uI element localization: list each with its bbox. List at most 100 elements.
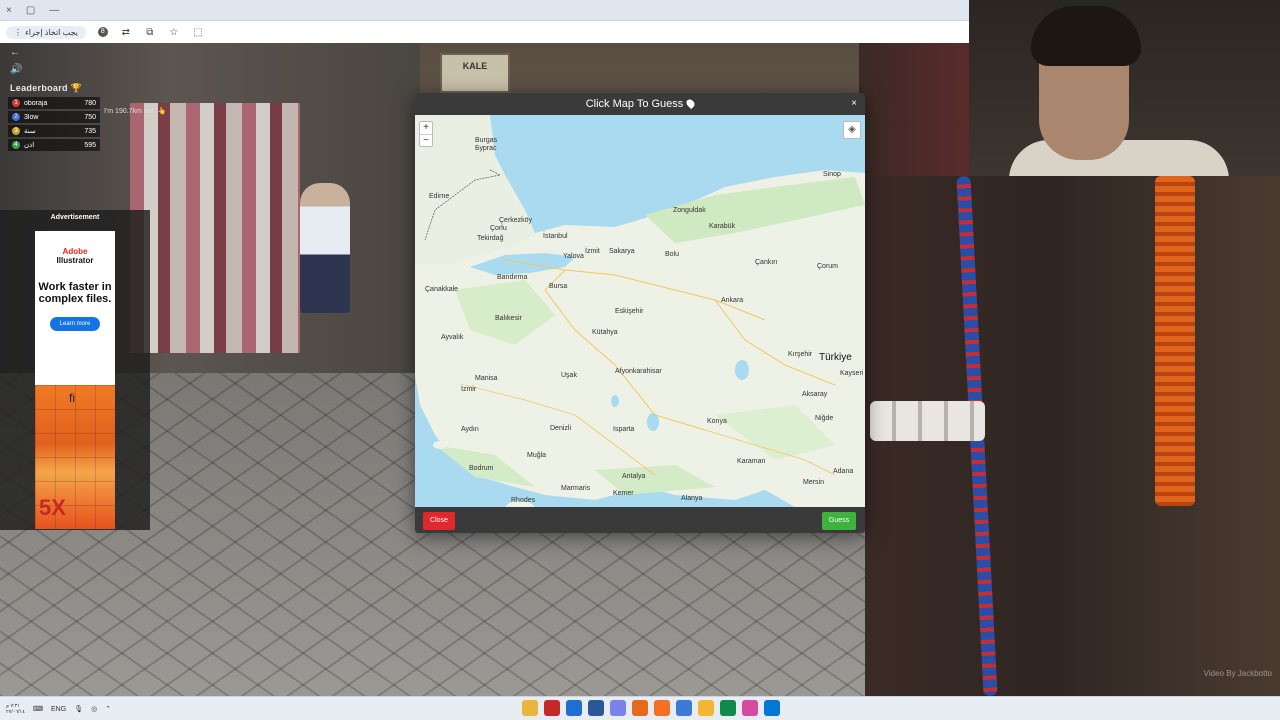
ad-label: Advertisement bbox=[50, 214, 100, 221]
bazaar-stall: Video By Jackbotto bbox=[865, 176, 1280, 696]
map-city-label: Isparta bbox=[613, 426, 635, 433]
tune-icon[interactable]: ⇄ bbox=[120, 27, 132, 38]
ad-brand: Adobe Illustrator bbox=[35, 247, 115, 265]
modal-close-icon[interactable]: × bbox=[851, 93, 857, 115]
map-city-label: Manisa bbox=[475, 375, 498, 382]
rank-badge: 1 bbox=[12, 99, 20, 107]
map-city-label: Kemer bbox=[613, 490, 634, 497]
map-city-label: Çorlu bbox=[490, 225, 507, 232]
taskbar-app-icon[interactable] bbox=[566, 700, 582, 716]
speaker-icon[interactable]: 🔊 bbox=[10, 64, 150, 75]
video-watermark: Video By Jackbotto bbox=[1203, 669, 1272, 678]
seated-person bbox=[300, 183, 350, 313]
close-window-icon[interactable]: × bbox=[6, 5, 12, 16]
guess-map-modal: Click Map To Guess × Burgas Бургас Edirn… bbox=[415, 93, 865, 533]
leaderboard-row: 2 3low 750 bbox=[8, 111, 100, 123]
microphone-icon[interactable]: 🎙 bbox=[74, 705, 83, 713]
map-city-label: Çankırı bbox=[755, 259, 778, 266]
map-city-label: Burgas bbox=[475, 137, 498, 144]
map-city-label: Ayvalık bbox=[441, 334, 464, 341]
guess-map[interactable]: Burgas Бургас Edirne Çerkezköy Çorlu Tekirdağ… bbox=[415, 115, 865, 507]
taskbar-app-icon[interactable] bbox=[522, 700, 538, 716]
orange-rope bbox=[1155, 176, 1195, 506]
player-name: oboraja bbox=[24, 99, 48, 107]
zoom-in-button[interactable]: + bbox=[420, 122, 432, 134]
modal-header: Click Map To Guess × bbox=[415, 93, 865, 115]
cups-shelf bbox=[870, 401, 985, 441]
rank-badge: 3 bbox=[12, 127, 20, 135]
extension-badge-icon[interactable]: 8 bbox=[97, 27, 108, 37]
taskbar-app-icon[interactable] bbox=[676, 700, 692, 716]
player-score: 780 bbox=[84, 99, 96, 107]
map-pin-icon bbox=[685, 97, 697, 110]
taskbar-app-icon[interactable] bbox=[632, 700, 648, 716]
taskbar-app-icon[interactable] bbox=[588, 700, 604, 716]
leaderboard-row: 3 سنة 735 bbox=[8, 125, 100, 137]
taskbar-app-icon[interactable] bbox=[720, 700, 736, 716]
restore-window-icon[interactable]: ▢ bbox=[26, 5, 35, 16]
player-name: اذن bbox=[24, 142, 35, 149]
map-city-label: Bandırma bbox=[497, 274, 528, 281]
taskbar-app-icon[interactable] bbox=[764, 700, 780, 716]
player-score: 595 bbox=[84, 141, 96, 149]
language-indicator[interactable]: ENG bbox=[51, 706, 66, 713]
ad-artwork: fi 5X bbox=[35, 385, 115, 529]
map-city-label: Bursa bbox=[549, 283, 568, 290]
hanging-clothes bbox=[130, 103, 300, 353]
guess-button[interactable]: Guess bbox=[822, 512, 856, 530]
player-score: 735 bbox=[84, 127, 96, 135]
webcam-hair bbox=[1031, 6, 1141, 66]
map-city-label: Ankara bbox=[721, 297, 744, 304]
leaderboard-list: 1 oboraja 780 2 3low 750 3 سنة 735 4 اذن 595 bbox=[0, 97, 150, 151]
map-city-label: Edirne bbox=[429, 193, 450, 200]
map-city-label: İstanbul bbox=[543, 233, 568, 240]
clock[interactable]: ٧:٣١ م ٢٧/٠٦/١٤ bbox=[6, 703, 25, 715]
player-score: 750 bbox=[84, 113, 96, 121]
map-city-label: Aksaray bbox=[802, 391, 828, 398]
map-city-label: Alanya bbox=[681, 495, 703, 502]
taskbar-app-icon[interactable] bbox=[698, 700, 714, 716]
extensions-icon[interactable]: ⬚ bbox=[192, 27, 204, 38]
minimize-window-icon[interactable]: — bbox=[49, 5, 59, 16]
modal-title: Click Map To Guess bbox=[585, 98, 684, 110]
install-app-icon[interactable]: ⧉ bbox=[144, 27, 156, 38]
distance-message: I'm 190.7km out. 👆 bbox=[104, 108, 167, 115]
system-tray: ٧:٣١ م ٢٧/٠٦/١٤ ⌨ ENG 🎙 ◎ ⌃ bbox=[6, 697, 111, 720]
keyboard-icon[interactable]: ⌨ bbox=[33, 705, 43, 713]
leaderboard-title: Leaderboard 🏆 bbox=[10, 83, 83, 93]
map-city-label: Muğla bbox=[527, 452, 547, 459]
zoom-out-button[interactable]: − bbox=[420, 134, 432, 146]
map-city-label: Rhodes bbox=[511, 497, 536, 504]
map-city-label: Çanakkale bbox=[425, 286, 459, 293]
map-city-label: Yalova bbox=[563, 253, 584, 260]
map-city-label: Karabük bbox=[709, 223, 736, 230]
back-arrow-icon[interactable]: ← bbox=[10, 47, 150, 58]
chevron-up-icon[interactable]: ⌃ bbox=[105, 705, 111, 713]
leaderboard-row: 4 اذن 595 bbox=[8, 139, 100, 151]
map-city-label: Balıkesir bbox=[495, 315, 522, 322]
taskbar-app-icon[interactable] bbox=[654, 700, 670, 716]
taskbar: ٧:٣١ م ٢٧/٠٦/١٤ ⌨ ENG 🎙 ◎ ⌃ bbox=[0, 696, 1280, 720]
map-city-label: Zonguldak bbox=[673, 207, 706, 214]
taskbar-app-icon[interactable] bbox=[610, 700, 626, 716]
map-city-label: Бургас bbox=[475, 145, 497, 152]
map-city-label: Çerkezköy bbox=[499, 217, 533, 224]
map-city-label: Eskişehir bbox=[615, 308, 644, 315]
taskbar-app-icon[interactable] bbox=[544, 700, 560, 716]
ad-learn-more-button[interactable]: Learn more bbox=[50, 317, 100, 331]
layers-icon[interactable]: ◈ bbox=[843, 121, 861, 139]
country-label: Türkiye bbox=[819, 352, 852, 363]
map-city-label: Bolu bbox=[665, 251, 680, 258]
map-city-label: Mersin bbox=[803, 479, 825, 486]
network-icon[interactable]: ◎ bbox=[91, 705, 97, 713]
close-button[interactable]: Close bbox=[423, 512, 455, 530]
shop-sign: KALE bbox=[440, 53, 510, 93]
map-city-label: İzmir bbox=[461, 386, 477, 393]
ad-panel: Advertisement Adobe Illustrator Work fas… bbox=[0, 210, 150, 530]
ad-card[interactable]: Adobe Illustrator Work faster in complex… bbox=[35, 231, 115, 529]
bookmark-star-icon[interactable]: ☆ bbox=[168, 27, 180, 38]
map-city-label: Bodrum bbox=[469, 465, 494, 472]
site-info-pill[interactable]: ⋮ يجب اتخاذ إجراء bbox=[6, 25, 86, 39]
taskbar-app-icon[interactable] bbox=[742, 700, 758, 716]
ad-brand-line1: Adobe bbox=[62, 247, 88, 256]
